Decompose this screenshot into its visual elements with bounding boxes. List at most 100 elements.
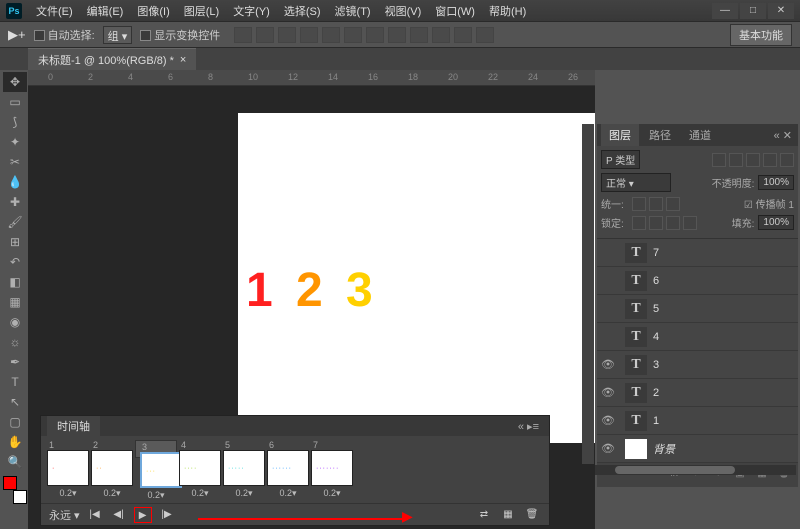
auto-select-checkbox[interactable]: 自动选择: <box>34 27 95 43</box>
layer-filter-kind[interactable]: P 类型 <box>601 150 640 169</box>
frame[interactable]: 2··0.2▾ <box>91 440 133 499</box>
workspace-button[interactable]: 基本功能 <box>730 24 792 46</box>
background-color[interactable] <box>13 490 27 504</box>
history-brush-tool[interactable]: ↶ <box>3 252 27 272</box>
dodge-tool[interactable]: ☼ <box>3 332 27 352</box>
filter-icon[interactable] <box>746 153 760 167</box>
filter-icon[interactable] <box>780 153 794 167</box>
menu-view[interactable]: 视图(V) <box>379 1 428 21</box>
blur-tool[interactable]: ◉ <box>3 312 27 332</box>
color-swatches[interactable] <box>3 476 27 504</box>
eraser-tool[interactable]: ◧ <box>3 272 27 292</box>
maximize-button[interactable]: □ <box>740 3 766 19</box>
auto-select-target[interactable]: 组 ▾ <box>103 26 133 44</box>
unify-icon[interactable] <box>632 197 646 211</box>
distribute-icon[interactable] <box>388 27 406 43</box>
align-icon[interactable] <box>278 27 296 43</box>
distribute-icon[interactable] <box>366 27 384 43</box>
frame[interactable]: 3···0.2▾ <box>135 440 177 458</box>
visibility-toggle[interactable]: 👁 <box>597 414 619 427</box>
loop-select[interactable]: 永远 ▾ <box>49 507 80 523</box>
filter-icon[interactable] <box>712 153 726 167</box>
frame[interactable]: 5·····0.2▾ <box>223 440 265 499</box>
menu-select[interactable]: 选择(S) <box>278 1 327 21</box>
eyedropper-tool[interactable]: 💧 <box>3 172 27 192</box>
brush-tool[interactable]: 🖌 <box>3 212 27 232</box>
frame[interactable]: 1·0.2▾ <box>47 440 89 499</box>
menu-layer[interactable]: 图层(L) <box>178 1 225 21</box>
menu-type[interactable]: 文字(Y) <box>227 1 276 21</box>
document-canvas[interactable]: 1 2 3 <box>238 113 595 443</box>
zoom-tool[interactable]: 🔍 <box>3 452 27 472</box>
tab-paths[interactable]: 通道 <box>681 124 719 146</box>
timeline-tab[interactable]: 时间轴 <box>47 416 100 436</box>
frame[interactable]: 4····0.2▾ <box>179 440 221 499</box>
menu-image[interactable]: 图像(I) <box>131 1 175 21</box>
opacity-value[interactable]: 100% <box>758 175 794 190</box>
marquee-tool[interactable]: ▭ <box>3 92 27 112</box>
type-tool[interactable]: T <box>3 372 27 392</box>
distribute-icon[interactable] <box>432 27 450 43</box>
align-icon[interactable] <box>256 27 274 43</box>
align-icon[interactable] <box>300 27 318 43</box>
layer-row[interactable]: 👁T2 <box>597 379 798 407</box>
frame[interactable]: 7·······0.2▾ <box>311 440 353 499</box>
menu-help[interactable]: 帮助(H) <box>483 1 532 21</box>
menu-window[interactable]: 窗口(W) <box>429 1 481 21</box>
propagate-checkbox[interactable]: ☑ 传播帧 1 <box>744 196 794 211</box>
prev-frame-button[interactable]: ◀| <box>110 507 128 523</box>
delete-frame-button[interactable]: 🗑 <box>523 507 541 523</box>
scrollbar-thumb[interactable] <box>615 466 735 474</box>
lasso-tool[interactable]: ⟆ <box>3 112 27 132</box>
move-tool[interactable]: ✥ <box>3 72 27 92</box>
tab-layers[interactable]: 图层 <box>601 124 639 146</box>
filter-icon[interactable] <box>763 153 777 167</box>
panel-collapse-strip[interactable] <box>582 124 594 464</box>
layer-row[interactable]: T5 <box>597 295 798 323</box>
wand-tool[interactable]: ✦ <box>3 132 27 152</box>
align-icon[interactable] <box>234 27 252 43</box>
fill-value[interactable]: 100% <box>758 215 794 230</box>
distribute-icon[interactable] <box>476 27 494 43</box>
align-icon[interactable] <box>344 27 362 43</box>
layer-row[interactable]: 👁背景 <box>597 435 798 463</box>
menu-file[interactable]: 文件(E) <box>30 1 79 21</box>
filter-icon[interactable] <box>729 153 743 167</box>
layer-row[interactable]: T4 <box>597 323 798 351</box>
gradient-tool[interactable]: ▦ <box>3 292 27 312</box>
tab-channels[interactable]: 路径 <box>641 124 679 146</box>
lock-icon[interactable] <box>632 216 646 230</box>
close-button[interactable]: ✕ <box>768 3 794 19</box>
document-tab[interactable]: 未标题-1 @ 100%(RGB/8) *× <box>28 48 196 71</box>
blend-mode-select[interactable]: 正常 ▾ <box>601 173 671 192</box>
lock-icon[interactable] <box>683 216 697 230</box>
path-tool[interactable]: ↖ <box>3 392 27 412</box>
pen-tool[interactable]: ✒ <box>3 352 27 372</box>
unify-icon[interactable] <box>649 197 663 211</box>
unify-icon[interactable] <box>666 197 680 211</box>
visibility-toggle[interactable]: 👁 <box>597 386 619 399</box>
lock-icon[interactable] <box>649 216 663 230</box>
distribute-icon[interactable] <box>410 27 428 43</box>
visibility-toggle[interactable]: 👁 <box>597 358 619 371</box>
timeline-menu-icon[interactable]: « ▸≡ <box>514 420 543 433</box>
panel-menu-icon[interactable]: « ✕ <box>768 129 798 142</box>
foreground-color[interactable] <box>3 476 17 490</box>
show-transform-checkbox[interactable]: 显示变换控件 <box>140 27 220 43</box>
visibility-toggle[interactable]: 👁 <box>597 442 619 455</box>
tween-button[interactable]: ⇄ <box>475 507 493 523</box>
menu-filter[interactable]: 滤镜(T) <box>329 1 377 21</box>
align-icon[interactable] <box>322 27 340 43</box>
minimize-button[interactable]: — <box>712 3 738 19</box>
shape-tool[interactable]: ▢ <box>3 412 27 432</box>
layer-row[interactable]: 👁T1 <box>597 407 798 435</box>
next-frame-button[interactable]: |▶ <box>158 507 176 523</box>
layer-row[interactable]: T6 <box>597 267 798 295</box>
lock-icon[interactable] <box>666 216 680 230</box>
play-button[interactable]: ▶ <box>134 507 152 523</box>
distribute-icon[interactable] <box>454 27 472 43</box>
layer-row[interactable]: T7 <box>597 239 798 267</box>
hand-tool[interactable]: ✋ <box>3 432 27 452</box>
menu-edit[interactable]: 编辑(E) <box>81 1 130 21</box>
stamp-tool[interactable]: ⊞ <box>3 232 27 252</box>
